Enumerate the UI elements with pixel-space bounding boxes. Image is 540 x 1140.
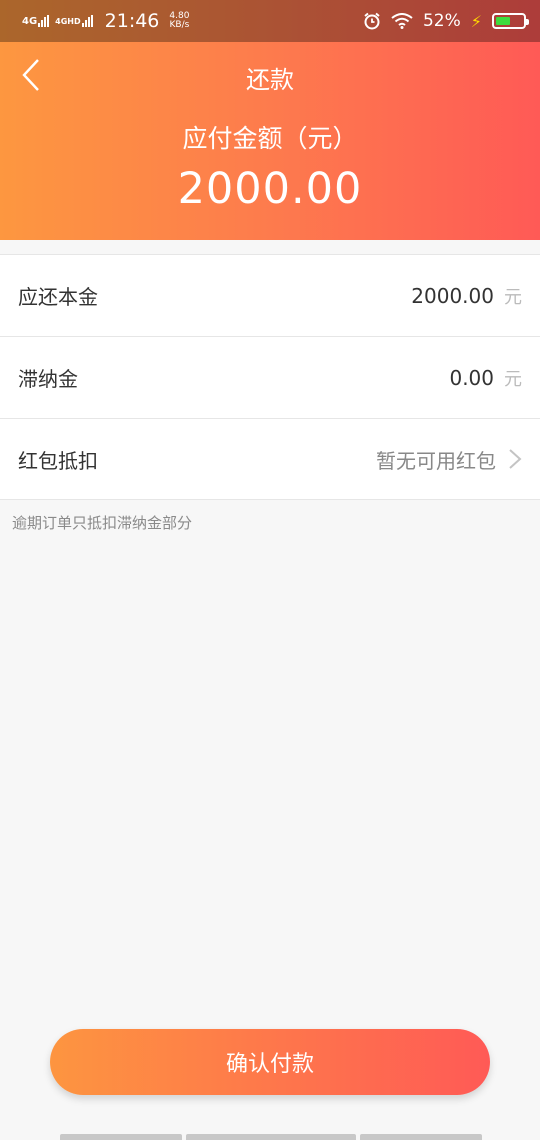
chevron-right-icon bbox=[509, 449, 522, 469]
row-hint: 暂无可用红包 bbox=[376, 448, 496, 473]
amount-label: 应付金额（元） bbox=[182, 124, 358, 153]
confirm-payment-button[interactable]: 确认付款 bbox=[50, 1029, 490, 1095]
battery-percent: 52% bbox=[422, 11, 461, 31]
row-unit: 元 bbox=[504, 286, 522, 308]
network-speed: 4.80 KB/s bbox=[169, 11, 190, 30]
signal-icon: 4GHD bbox=[55, 15, 93, 27]
clock: 21:46 bbox=[104, 10, 160, 32]
page-title: 还款 bbox=[246, 66, 294, 94]
row-label: 红包抵扣 bbox=[18, 448, 98, 473]
row-label: 应还本金 bbox=[18, 285, 98, 309]
row-value: 2000.00 bbox=[411, 283, 494, 308]
signal-icon: 4G bbox=[22, 15, 50, 27]
header: 4G 4GHD 21:46 4.80 KB/s 52% ⚡ 还款 应付金额（元）… bbox=[0, 0, 540, 240]
row-label: 滞纳金 bbox=[18, 367, 78, 391]
row-unit: 元 bbox=[504, 368, 522, 390]
home-indicator bbox=[60, 1134, 482, 1140]
overdue-note: 逾期订单只抵扣滞纳金部分 bbox=[12, 514, 193, 532]
list-item-red-packet[interactable]: 红包抵扣 暂无可用红包 bbox=[0, 419, 540, 500]
charging-icon: ⚡ bbox=[470, 11, 482, 31]
alarm-icon bbox=[364, 12, 380, 30]
row-value: 0.00 bbox=[449, 365, 494, 390]
battery-icon bbox=[492, 13, 529, 29]
status-bar: 4G 4GHD 21:46 4.80 KB/s 52% ⚡ bbox=[0, 0, 540, 42]
list-item-late-fee: 滞纳金 0.00 元 bbox=[0, 337, 540, 419]
payment-details-list: 应还本金 2000.00 元 滞纳金 0.00 元 红包抵扣 暂无可用红包 bbox=[0, 254, 540, 500]
list-item-principal: 应还本金 2000.00 元 bbox=[0, 255, 540, 337]
wifi-icon bbox=[391, 13, 413, 29]
amount-value: 2000.00 bbox=[177, 164, 363, 214]
